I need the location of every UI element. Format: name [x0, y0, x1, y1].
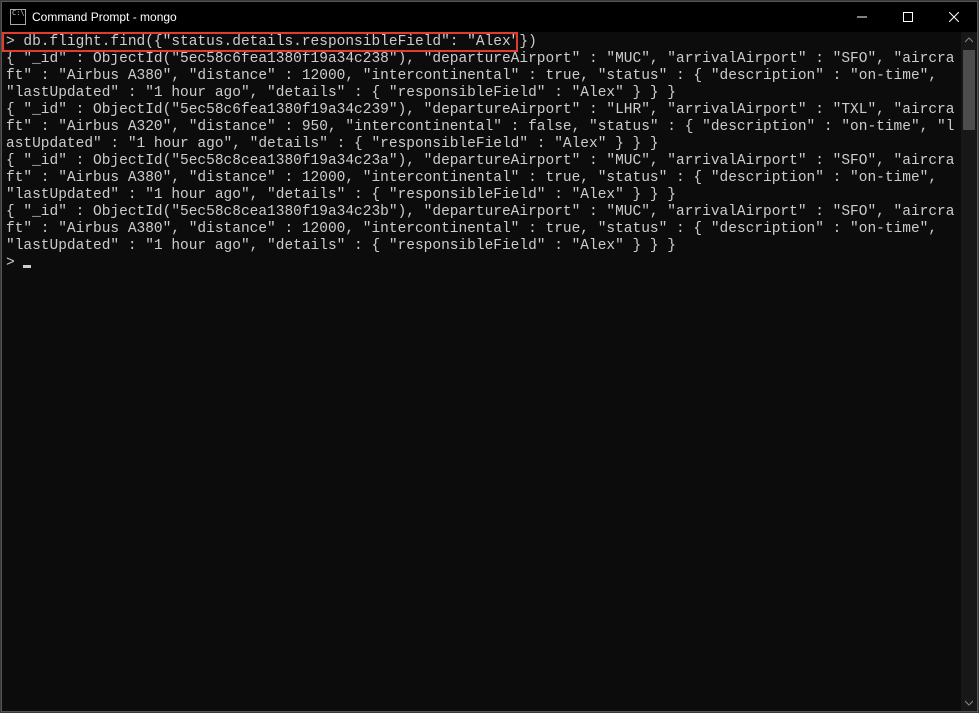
- minimize-button[interactable]: [839, 2, 885, 32]
- terminal-area[interactable]: > db.flight.find({"status.details.respon…: [2, 32, 977, 711]
- vertical-scrollbar[interactable]: [961, 32, 977, 711]
- scrollbar-thumb[interactable]: [963, 50, 975, 130]
- terminal-output[interactable]: > db.flight.find({"status.details.respon…: [6, 34, 961, 709]
- maximize-button[interactable]: [885, 2, 931, 32]
- command-line: > db.flight.find({"status.details.respon…: [6, 34, 537, 50]
- cmd-icon: [10, 9, 26, 25]
- minimize-icon: [857, 12, 867, 22]
- scroll-down-button[interactable]: [961, 695, 977, 711]
- result-line: { "_id" : ObjectId("5ec58c8cea1380f19a34…: [6, 204, 954, 254]
- close-button[interactable]: [931, 2, 977, 32]
- close-icon: [949, 12, 959, 22]
- command-prompt-window: Command Prompt - mongo > db.flight.find(…: [1, 1, 978, 712]
- chevron-down-icon: [965, 699, 973, 707]
- result-line: { "_id" : ObjectId("5ec58c8cea1380f19a34…: [6, 153, 954, 203]
- prompt-line: >: [6, 255, 23, 271]
- result-line: { "_id" : ObjectId("5ec58c6fea1380f19a34…: [6, 102, 954, 152]
- window-title: Command Prompt - mongo: [32, 10, 177, 24]
- titlebar[interactable]: Command Prompt - mongo: [2, 2, 977, 32]
- result-line: { "_id" : ObjectId("5ec58c6fea1380f19a34…: [6, 51, 954, 101]
- chevron-up-icon: [965, 36, 973, 44]
- maximize-icon: [903, 12, 913, 22]
- scroll-up-button[interactable]: [961, 32, 977, 48]
- cursor: [23, 265, 31, 268]
